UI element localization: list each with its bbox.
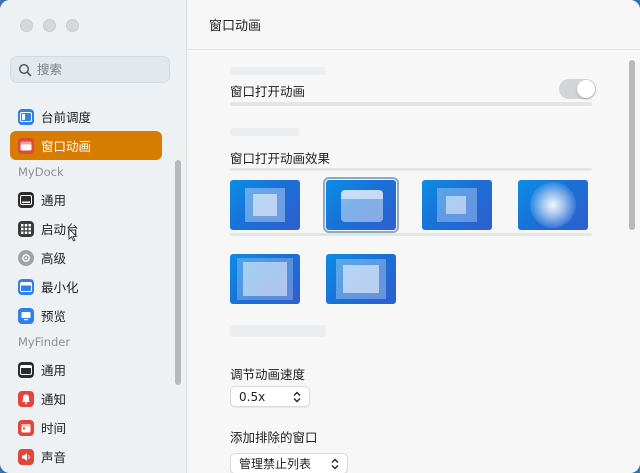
sidebar-item-label: 预览 xyxy=(41,309,67,324)
main-scrollbar[interactable] xyxy=(629,60,635,230)
sidebar-item-launchpad[interactable]: 启动台 xyxy=(10,214,162,243)
sidebar-item-label: 最小化 xyxy=(41,280,79,295)
effect-option-slide[interactable] xyxy=(323,177,399,233)
sidebar-scrollbar[interactable] xyxy=(175,160,181,385)
manage-blocklist-button[interactable]: 管理禁止列表 xyxy=(230,453,348,473)
effect-option-zoom[interactable] xyxy=(230,180,300,230)
section-title-mydock: MyDock xyxy=(18,165,64,179)
search-icon xyxy=(18,63,32,76)
ghost-text xyxy=(230,128,300,136)
exclude-label: 添加排除的窗口 xyxy=(230,430,318,445)
divider-line xyxy=(230,168,592,171)
effect-option-fade[interactable] xyxy=(422,180,492,230)
clock-icon xyxy=(18,419,34,436)
open-animation-toggle[interactable] xyxy=(559,79,596,99)
search-input[interactable] xyxy=(37,62,157,77)
speed-label: 调节动画速度 xyxy=(230,367,306,382)
open-animation-label: 窗口打开动画 xyxy=(230,84,306,99)
sidebar-item-label: 通知 xyxy=(41,392,67,407)
divider-line xyxy=(230,102,592,106)
chevron-up-down-icon xyxy=(293,391,301,402)
general-icon xyxy=(18,191,34,208)
sidebar-item-notification[interactable]: 通知 xyxy=(10,384,162,413)
notification-icon xyxy=(18,390,34,407)
effect-option-radial[interactable] xyxy=(518,180,588,230)
zoom-window-button[interactable] xyxy=(66,19,79,32)
app-window: 台前调度 窗口动画 MyDock 通用 启动台 高级 最小化 xyxy=(0,0,640,473)
sidebar-nav: 台前调度 窗口动画 MyDock 通用 启动台 高级 最小化 预览 MyFind… xyxy=(10,102,162,471)
sound-icon xyxy=(18,448,34,465)
close-window-button[interactable] xyxy=(20,19,33,32)
minimize-icon xyxy=(18,278,34,295)
sidebar-item-sound[interactable]: 声音 xyxy=(10,442,162,471)
sidebar-item-label: 台前调度 xyxy=(41,110,92,125)
toggle-knob xyxy=(577,80,595,98)
open-effect-label: 窗口打开动画效果 xyxy=(230,151,331,166)
settings-content: 窗口打开动画 窗口打开动画效果 调节动画速度 0.5x 添加排除的窗口 管理禁止… xyxy=(230,50,610,473)
sidebar-item-advanced[interactable]: 高级 xyxy=(10,243,162,272)
sidebar-item-label: 通用 xyxy=(41,193,67,208)
sidebar: 台前调度 窗口动画 MyDock 通用 启动台 高级 最小化 xyxy=(0,0,187,473)
speed-select[interactable]: 0.5x xyxy=(230,386,310,407)
launchpad-icon xyxy=(18,220,34,237)
traffic-lights xyxy=(20,19,79,32)
preview-icon xyxy=(18,307,34,324)
page-title: 窗口动画 xyxy=(188,0,640,50)
main-panel: 窗口动画 窗口打开动画 窗口打开动画效果 调节动画速度 0.5x 添加排除的窗口… xyxy=(188,0,640,473)
speed-value: 0.5x xyxy=(239,389,266,404)
general-icon xyxy=(18,361,34,378)
minimize-window-button[interactable] xyxy=(43,19,56,32)
sidebar-item-time[interactable]: 时间 xyxy=(10,413,162,442)
sidebar-item-stage-manager[interactable]: 台前调度 xyxy=(10,102,162,131)
effect-option-scale[interactable] xyxy=(326,254,396,304)
search-box[interactable] xyxy=(10,56,170,83)
section-title-myfinder: MyFinder xyxy=(18,335,71,349)
sidebar-item-label: 窗口动画 xyxy=(41,139,92,154)
ghost-text xyxy=(230,325,326,337)
sidebar-item-window-animation[interactable]: 窗口动画 xyxy=(10,131,162,160)
sidebar-item-label: 时间 xyxy=(41,421,67,436)
effect-option-expand[interactable] xyxy=(230,254,300,304)
manage-blocklist-label: 管理禁止列表 xyxy=(239,457,312,471)
sidebar-item-minimize[interactable]: 最小化 xyxy=(10,272,162,301)
ghost-text xyxy=(230,67,326,75)
advanced-icon xyxy=(18,249,34,266)
sidebar-item-finder-general[interactable]: 通用 xyxy=(10,355,162,384)
sidebar-item-label: 高级 xyxy=(41,251,67,266)
stage-manager-icon xyxy=(18,108,34,125)
chevron-up-down-icon xyxy=(331,458,339,469)
window-animation-icon xyxy=(18,137,34,154)
divider-line xyxy=(230,233,592,236)
sidebar-item-label: 声音 xyxy=(41,450,67,465)
sidebar-item-dock-general[interactable]: 通用 xyxy=(10,185,162,214)
sidebar-item-preview[interactable]: 预览 xyxy=(10,301,162,330)
sidebar-item-label: 通用 xyxy=(41,363,67,378)
mouse-cursor-icon xyxy=(68,228,78,242)
